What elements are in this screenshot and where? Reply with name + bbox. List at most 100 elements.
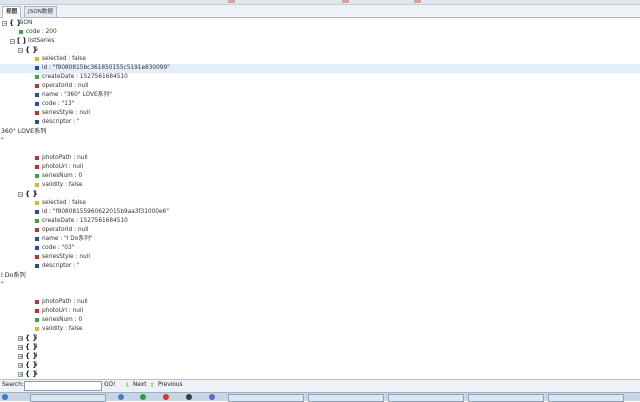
key-value-text: photoPath : null [42,299,88,305]
node-key: 2 [34,335,38,341]
collapse-toggle-icon[interactable]: − [2,21,7,27]
wrapped-value-text: I Do系列 [1,272,26,279]
start-orb-icon[interactable] [2,394,8,400]
expand-toggle-icon[interactable]: + [18,345,23,351]
wrapped-value-text: " [1,281,4,288]
tree-node[interactable]: +{ } 2 [0,334,640,343]
tree-leaf: selected : false [0,199,640,208]
tree-leaf: photoPath : null [0,154,640,163]
value-type-icon [35,57,39,61]
tree-node[interactable]: +{ } 3 [0,343,640,352]
taskbar-button[interactable] [228,394,304,402]
tree-text-continuation: 360° LOVE系列 [0,127,640,136]
collapse-toggle-icon[interactable]: − [18,192,23,198]
tree-leaf: id : "f8080815bc361850155c5191e830099" [0,64,640,73]
tab-json-data[interactable]: JSON数据 [24,6,57,17]
tab-view[interactable]: 视图 [2,6,22,18]
value-type-icon [35,327,39,331]
taskbar-app-icon[interactable] [140,394,146,400]
taskbar-app-icon[interactable] [209,394,215,400]
key-value-text: seriesStyle : null [42,254,90,260]
tree-node[interactable]: −[ ] listSeries [0,37,640,46]
arrow-down-icon: ⇩ [125,382,131,389]
json-tree: −{ } JSON code : 200−[ ] listSeries −{ } 0 sel… [0,18,640,378]
search-input[interactable] [24,381,102,391]
key-value-text: id : "f8080815bc361850155c5191e830099" [42,65,170,71]
tree-leaf: seriesNum : 0 [0,316,640,325]
arrow-up-icon: ⇧ [150,382,156,389]
search-label: Search: [2,382,24,388]
tree-node[interactable]: −{ } 1 [0,190,640,199]
taskbar-button[interactable] [30,394,106,402]
tree-leaf: selected : false [0,55,640,64]
tree-node[interactable]: +{ } 5 [0,361,640,370]
key-value-text: id : "f80808155960622015b9aa3f31000e6" [42,209,169,215]
search-bar: Search: GO! ⇩ Next ⇧ Previous [0,379,640,392]
value-type-icon [35,66,39,70]
tree-leaf: createDate : 1527561684510 [0,73,640,82]
value-type-icon [35,174,39,178]
taskbar-app-icon[interactable] [118,394,124,400]
key-value-text: code : "03" [42,245,75,251]
tree-node[interactable]: +{ } 6 [0,370,640,378]
key-value-text: createDate : 1527561684510 [42,74,128,80]
key-value-text: operatorId : null [42,83,89,89]
value-type-icon [19,30,23,34]
go-button[interactable]: GO! [104,382,115,388]
value-type-icon [35,201,39,205]
taskbar-app-icon[interactable] [186,394,192,400]
node-key: listSeries [28,38,55,44]
key-value-text: code : 200 [26,29,57,35]
expand-toggle-icon[interactable]: + [18,363,23,369]
value-type-icon [35,246,39,250]
tree-node[interactable]: −{ } JSON [0,19,640,28]
node-key: 5 [34,362,38,368]
taskbar-button[interactable] [468,394,544,402]
collapse-toggle-icon[interactable]: − [18,48,23,54]
collapse-toggle-icon[interactable]: − [10,39,15,45]
expand-toggle-icon[interactable]: + [18,354,23,360]
tree-leaf: seriesStyle : null [0,253,640,262]
value-type-icon [35,84,39,88]
next-button[interactable]: Next [133,382,147,388]
tree-leaf: code : 200 [0,28,640,37]
value-type-icon [35,309,39,313]
tree-leaf: operatorId : null [0,226,640,235]
taskbar-button[interactable] [548,394,624,402]
key-value-text: descriptor : " [42,263,80,269]
node-key: 1 [34,191,38,197]
tree-node[interactable]: −{ } 0 [0,46,640,55]
key-value-text: selected : false [42,56,86,62]
key-value-text: validity : false [42,326,83,332]
expand-toggle-icon[interactable]: + [18,372,23,378]
tree-leaf: operatorId : null [0,82,640,91]
key-value-text: name : "I Do系列" [42,236,93,242]
value-type-icon [35,93,39,97]
key-value-text: seriesNum : 0 [42,173,83,179]
taskbar-button[interactable] [388,394,464,402]
key-value-text: name : "360° LOVE系列" [42,92,112,98]
tree-node[interactable]: +{ } 4 [0,352,640,361]
key-value-text: photoUrl : null [42,164,84,170]
key-value-text: code : "13" [42,101,75,107]
key-value-text: selected : false [42,200,86,206]
value-type-icon [35,183,39,187]
node-key: 4 [34,353,38,359]
node-key: JSON [18,20,33,26]
taskbar-app-icon[interactable] [163,394,169,400]
value-type-icon [35,318,39,322]
tree-leaf: photoUrl : null [0,307,640,316]
window-marker [414,0,421,3]
tree-leaf: code : "13" [0,100,640,109]
wrapped-value-text: 360° LOVE系列 [1,128,47,135]
tree-leaf: name : "I Do系列" [0,235,640,244]
previous-button[interactable]: Previous [158,382,183,388]
node-key: 3 [34,344,38,350]
node-key: 6 [34,371,38,377]
tree-text-continuation: " [0,136,640,145]
expand-toggle-icon[interactable]: + [18,336,23,342]
key-value-text: createDate : 1527561684510 [42,218,128,224]
value-type-icon [35,237,39,241]
taskbar-button[interactable] [308,394,384,402]
value-type-icon [35,219,39,223]
